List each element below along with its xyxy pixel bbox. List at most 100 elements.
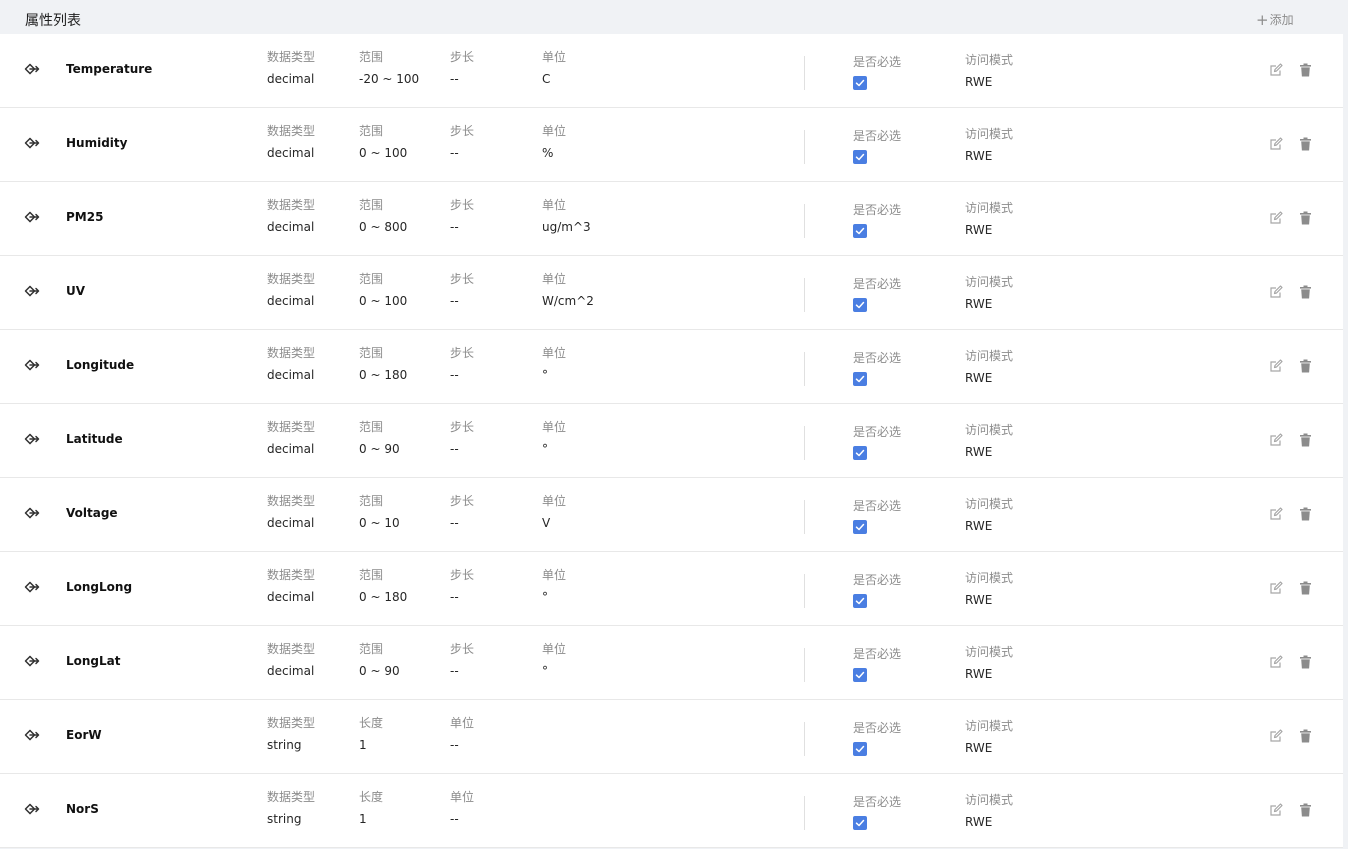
required-label: 是否必选 bbox=[853, 721, 902, 735]
property-row: Temperature 数据类型 decimal 范围 -20 ~ 100 步长… bbox=[0, 34, 1343, 108]
required-checkbox[interactable] bbox=[853, 76, 867, 90]
step-label: 步长 bbox=[450, 272, 475, 286]
check-icon bbox=[855, 227, 865, 235]
required-checkbox[interactable] bbox=[853, 520, 867, 534]
range-cell: 范围 0 ~ 10 bbox=[359, 494, 400, 530]
range-value: 0 ~ 800 bbox=[359, 220, 408, 234]
required-checkbox[interactable] bbox=[853, 224, 867, 238]
trash-icon[interactable] bbox=[1299, 63, 1312, 77]
step-label: 步长 bbox=[450, 568, 475, 582]
required-checkbox[interactable] bbox=[853, 668, 867, 682]
step-value: -- bbox=[450, 368, 459, 382]
required-checkbox[interactable] bbox=[853, 594, 867, 608]
range-value: 0 ~ 10 bbox=[359, 516, 400, 530]
step-value: -- bbox=[450, 664, 459, 678]
data-type-value: decimal bbox=[267, 294, 315, 308]
required-label: 是否必选 bbox=[853, 647, 902, 661]
data-type-label: 数据类型 bbox=[267, 642, 316, 656]
edit-icon[interactable] bbox=[1269, 729, 1283, 743]
unit-value: -- bbox=[450, 738, 459, 752]
access-mode-cell: 访问模式 RWE bbox=[965, 497, 1013, 533]
edit-icon[interactable] bbox=[1269, 655, 1283, 669]
data-type-value: decimal bbox=[267, 146, 315, 160]
unit-value: V bbox=[542, 516, 551, 530]
edit-icon[interactable] bbox=[1269, 507, 1283, 521]
access-mode-value: RWE bbox=[965, 75, 993, 89]
required-checkbox[interactable] bbox=[853, 816, 867, 830]
trash-icon[interactable] bbox=[1299, 285, 1312, 299]
trash-icon[interactable] bbox=[1299, 803, 1312, 817]
data-type-cell: 数据类型 decimal bbox=[267, 420, 315, 456]
trash-icon[interactable] bbox=[1299, 137, 1312, 151]
access-mode-cell: 访问模式 RWE bbox=[965, 423, 1013, 459]
edit-icon[interactable] bbox=[1269, 803, 1283, 817]
step-cell: 步长 -- bbox=[450, 50, 474, 86]
trash-icon[interactable] bbox=[1299, 359, 1312, 373]
length-label: 长度 bbox=[359, 790, 384, 804]
step-cell: 步长 -- bbox=[450, 272, 474, 308]
required-checkbox[interactable] bbox=[853, 446, 867, 460]
required-checkbox[interactable] bbox=[853, 298, 867, 312]
required-label: 是否必选 bbox=[853, 203, 902, 217]
range-label: 范围 bbox=[359, 272, 384, 286]
access-mode-value: RWE bbox=[965, 593, 993, 607]
length-value: 1 bbox=[359, 738, 367, 752]
trash-icon[interactable] bbox=[1299, 581, 1312, 595]
property-arrow-icon bbox=[24, 803, 40, 815]
data-type-value: string bbox=[267, 738, 302, 752]
unit-label: 单位 bbox=[542, 346, 567, 360]
trash-icon[interactable] bbox=[1299, 655, 1312, 669]
row-divider bbox=[804, 648, 805, 682]
unit-cell: 单位 ° bbox=[542, 568, 566, 604]
unit-value: % bbox=[542, 146, 554, 160]
property-name: Humidity bbox=[66, 136, 128, 150]
trash-icon[interactable] bbox=[1299, 507, 1312, 521]
data-type-value: decimal bbox=[267, 368, 315, 382]
range-value: 0 ~ 100 bbox=[359, 146, 408, 160]
access-mode-cell: 访问模式 RWE bbox=[965, 645, 1013, 681]
range-value: 0 ~ 90 bbox=[359, 664, 400, 678]
range-cell: 范围 0 ~ 90 bbox=[359, 642, 400, 678]
property-arrow-icon bbox=[24, 137, 40, 149]
data-type-value: decimal bbox=[267, 220, 315, 234]
edit-icon[interactable] bbox=[1269, 137, 1283, 151]
required-label: 是否必选 bbox=[853, 573, 902, 587]
data-type-cell: 数据类型 string bbox=[267, 716, 315, 752]
required-checkbox[interactable] bbox=[853, 742, 867, 756]
row-divider bbox=[804, 204, 805, 238]
trash-icon[interactable] bbox=[1299, 211, 1312, 225]
data-type-value: decimal bbox=[267, 516, 315, 530]
trash-icon[interactable] bbox=[1299, 433, 1312, 447]
trash-icon[interactable] bbox=[1299, 729, 1312, 743]
access-mode-label: 访问模式 bbox=[965, 349, 1014, 363]
property-name: LongLong bbox=[66, 580, 133, 594]
step-value: -- bbox=[450, 220, 459, 234]
edit-icon[interactable] bbox=[1269, 285, 1283, 299]
unit-value: ug/m^3 bbox=[542, 220, 591, 234]
property-name: Latitude bbox=[66, 432, 123, 446]
access-mode-label: 访问模式 bbox=[965, 53, 1014, 67]
property-name: NorS bbox=[66, 802, 99, 816]
access-mode-cell: 访问模式 RWE bbox=[965, 127, 1013, 163]
step-label: 步长 bbox=[450, 124, 475, 138]
required-cell: 是否必选 bbox=[853, 795, 901, 830]
access-mode-label: 访问模式 bbox=[965, 275, 1014, 289]
property-row: Latitude 数据类型 decimal 范围 0 ~ 90 步长 -- 单位… bbox=[0, 404, 1343, 478]
edit-icon[interactable] bbox=[1269, 63, 1283, 77]
access-mode-value: RWE bbox=[965, 297, 993, 311]
required-label: 是否必选 bbox=[853, 795, 902, 809]
range-cell: 范围 0 ~ 90 bbox=[359, 420, 400, 456]
unit-label: 单位 bbox=[542, 50, 567, 64]
access-mode-cell: 访问模式 RWE bbox=[965, 793, 1013, 829]
edit-icon[interactable] bbox=[1269, 433, 1283, 447]
add-property-button[interactable]: + 添加 bbox=[1256, 11, 1294, 28]
edit-icon[interactable] bbox=[1269, 359, 1283, 373]
edit-icon[interactable] bbox=[1269, 211, 1283, 225]
required-cell: 是否必选 bbox=[853, 425, 901, 460]
edit-icon[interactable] bbox=[1269, 581, 1283, 595]
required-checkbox[interactable] bbox=[853, 372, 867, 386]
unit-label: 单位 bbox=[542, 568, 567, 582]
step-value: -- bbox=[450, 516, 459, 530]
required-checkbox[interactable] bbox=[853, 150, 867, 164]
row-divider bbox=[804, 722, 805, 756]
